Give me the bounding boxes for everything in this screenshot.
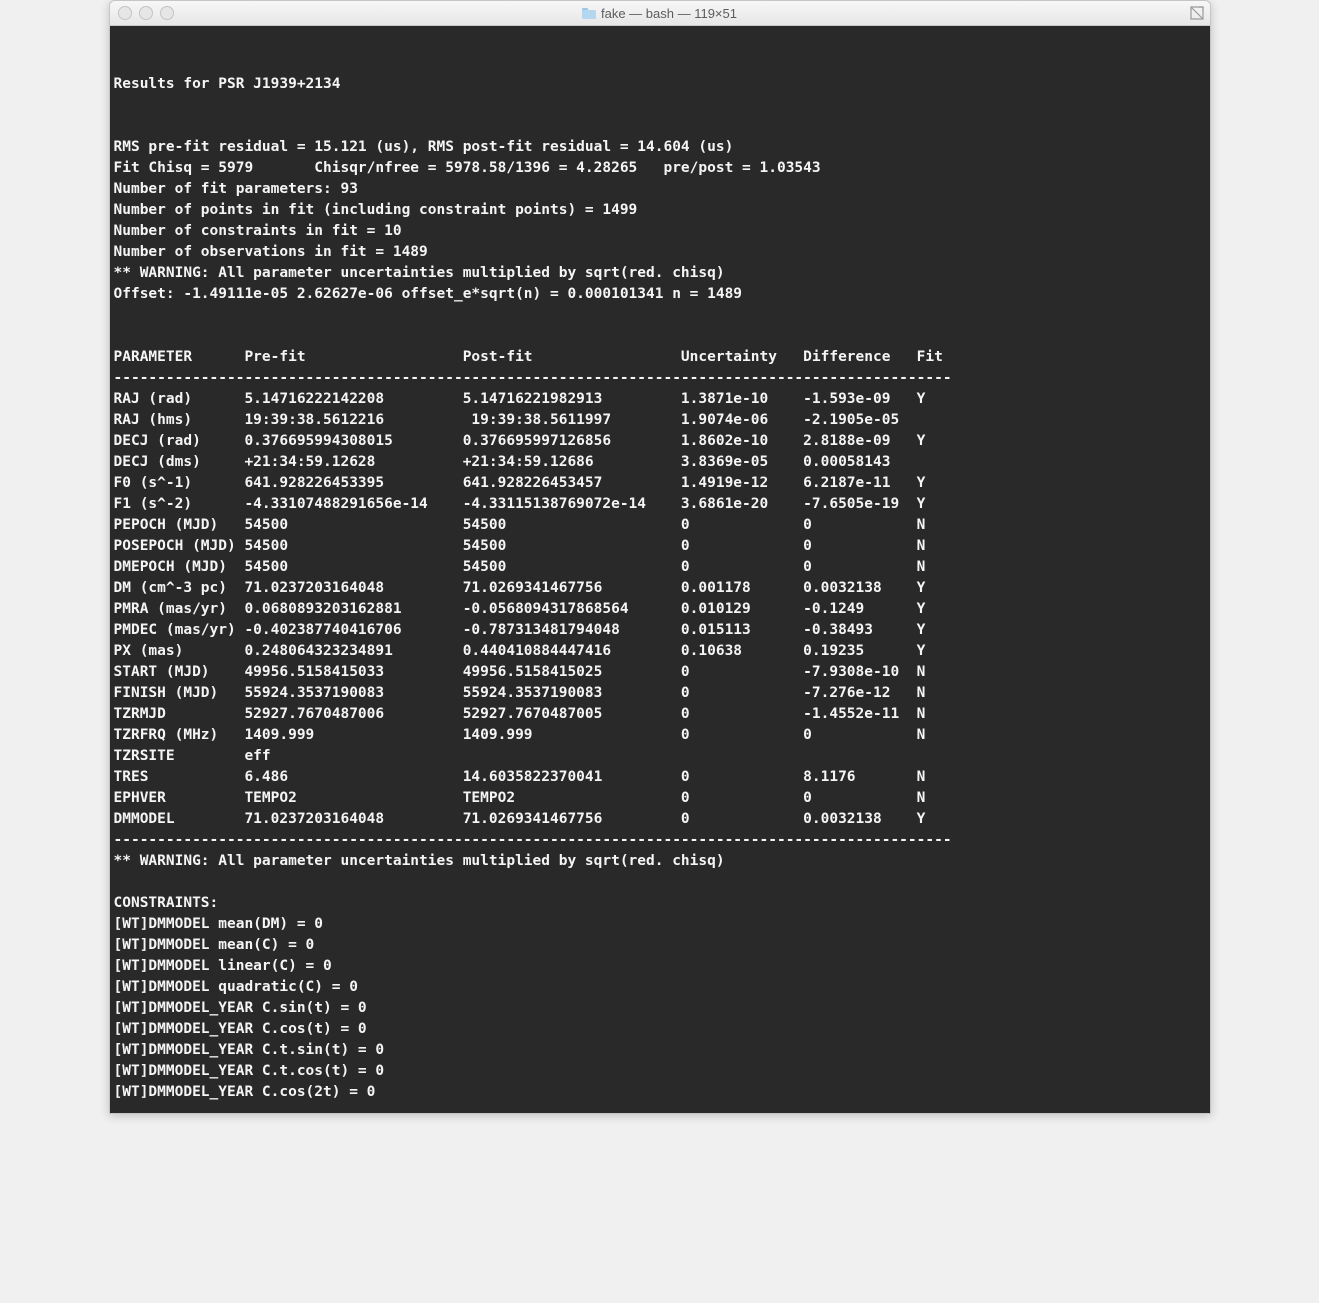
table-row: FINISH (MJD) 55924.3537190083 55924.3537…: [114, 685, 926, 701]
table-row: RAJ (hms) 19:39:38.5612216 19:39:38.5611…: [114, 412, 900, 428]
npoints-line: Number of points in fit (including const…: [114, 202, 638, 218]
constraint-line: [WT]DMMODEL_YEAR C.cos(2t) = 0: [114, 1084, 376, 1100]
results-header: Results for PSR J1939+2134: [114, 76, 341, 92]
constraint-line: [WT]DMMODEL_YEAR C.t.cos(t) = 0: [114, 1063, 385, 1079]
table-row: TZRSITE eff: [114, 748, 271, 764]
titlebar[interactable]: fake — bash — 119×51: [110, 1, 1210, 26]
table-row: TRES 6.486 14.6035822370041 0 8.1176 N: [114, 769, 926, 785]
table-row: TZRFRQ (MHz) 1409.999 1409.999 0 0 N: [114, 727, 926, 743]
table-header: PARAMETER Pre-fit Post-fit Uncertainty D…: [114, 349, 943, 365]
table-row: START (MJD) 49956.5158415033 49956.51584…: [114, 664, 926, 680]
table-row: PMDEC (mas/yr) -0.402387740416706 -0.787…: [114, 622, 926, 638]
constraints-header: CONSTRAINTS:: [114, 895, 219, 911]
terminal-window: fake — bash — 119×51 Results for PSR J19…: [109, 0, 1211, 1114]
table-row: DECJ (rad) 0.376695994308015 0.376695997…: [114, 433, 926, 449]
table-row: POSEPOCH (MJD) 54500 54500 0 0 N: [114, 538, 926, 554]
blank-line: [114, 307, 123, 323]
zoom-button[interactable]: [160, 6, 174, 20]
nconstraints-line: Number of constraints in fit = 10: [114, 223, 402, 239]
table-row: DMMODEL 71.0237203164048 71.026934146775…: [114, 811, 926, 827]
table-row: PEPOCH (MJD) 54500 54500 0 0 N: [114, 517, 926, 533]
table-row: PMRA (mas/yr) 0.0680893203162881 -0.0568…: [114, 601, 926, 617]
constraint-line: [WT]DMMODEL_YEAR C.cos(t) = 0: [114, 1021, 367, 1037]
blank-line: [114, 118, 123, 134]
constraint-line: [WT]DMMODEL_YEAR C.sin(t) = 0: [114, 1000, 367, 1016]
window-controls: [118, 6, 174, 20]
table-row: EPHVER TEMPO2 TEMPO2 0 0 N: [114, 790, 926, 806]
table-row: F0 (s^-1) 641.928226453395 641.928226453…: [114, 475, 926, 491]
divider: ----------------------------------------…: [114, 832, 952, 848]
close-button[interactable]: [118, 6, 132, 20]
constraint-line: [WT]DMMODEL_YEAR C.t.sin(t) = 0: [114, 1042, 385, 1058]
table-row: RAJ (rad) 5.14716222142208 5.14716221982…: [114, 391, 926, 407]
divider: ----------------------------------------…: [114, 370, 952, 386]
blank-line: [114, 328, 123, 344]
constraint-line: [WT]DMMODEL mean(C) = 0: [114, 937, 315, 953]
table-row: DM (cm^-3 pc) 71.0237203164048 71.026934…: [114, 580, 926, 596]
minimize-button[interactable]: [139, 6, 153, 20]
terminal-output[interactable]: Results for PSR J1939+2134 RMS pre-fit r…: [110, 26, 1210, 1113]
titlebar-title: fake — bash — 119×51: [110, 6, 1210, 21]
table-row: DMEPOCH (MJD) 54500 54500 0 0 N: [114, 559, 926, 575]
table-row: TZRMJD 52927.7670487006 52927.7670487005…: [114, 706, 926, 722]
warning-line: ** WARNING: All parameter uncertainties …: [114, 265, 725, 281]
table-row: F1 (s^-2) -4.33107488291656e-14 -4.33115…: [114, 496, 926, 512]
blank-line: [114, 55, 123, 71]
warning-line: ** WARNING: All parameter uncertainties …: [114, 853, 725, 869]
table-row: DECJ (dms) +21:34:59.12628 +21:34:59.126…: [114, 454, 891, 470]
constraint-line: [WT]DMMODEL linear(C) = 0: [114, 958, 332, 974]
constraint-line: [WT]DMMODEL quadratic(C) = 0: [114, 979, 358, 995]
window-title-text: fake — bash — 119×51: [601, 6, 737, 21]
blank-line: [114, 97, 123, 113]
blank-line: [114, 874, 123, 890]
nobs-line: Number of observations in fit = 1489: [114, 244, 428, 260]
resize-icon: [1190, 6, 1204, 20]
constraint-line: [WT]DMMODEL mean(DM) = 0: [114, 916, 324, 932]
nfitparams-line: Number of fit parameters: 93: [114, 181, 358, 197]
table-row: PX (mas) 0.248064323234891 0.44041088444…: [114, 643, 926, 659]
blank-line: [114, 34, 123, 50]
rms-line: RMS pre-fit residual = 15.121 (us), RMS …: [114, 139, 734, 155]
offset-line: Offset: -1.49111e-05 2.62627e-06 offset_…: [114, 286, 743, 302]
folder-icon: [582, 8, 596, 19]
chisq-line: Fit Chisq = 5979 Chisqr/nfree = 5978.58/…: [114, 160, 821, 176]
